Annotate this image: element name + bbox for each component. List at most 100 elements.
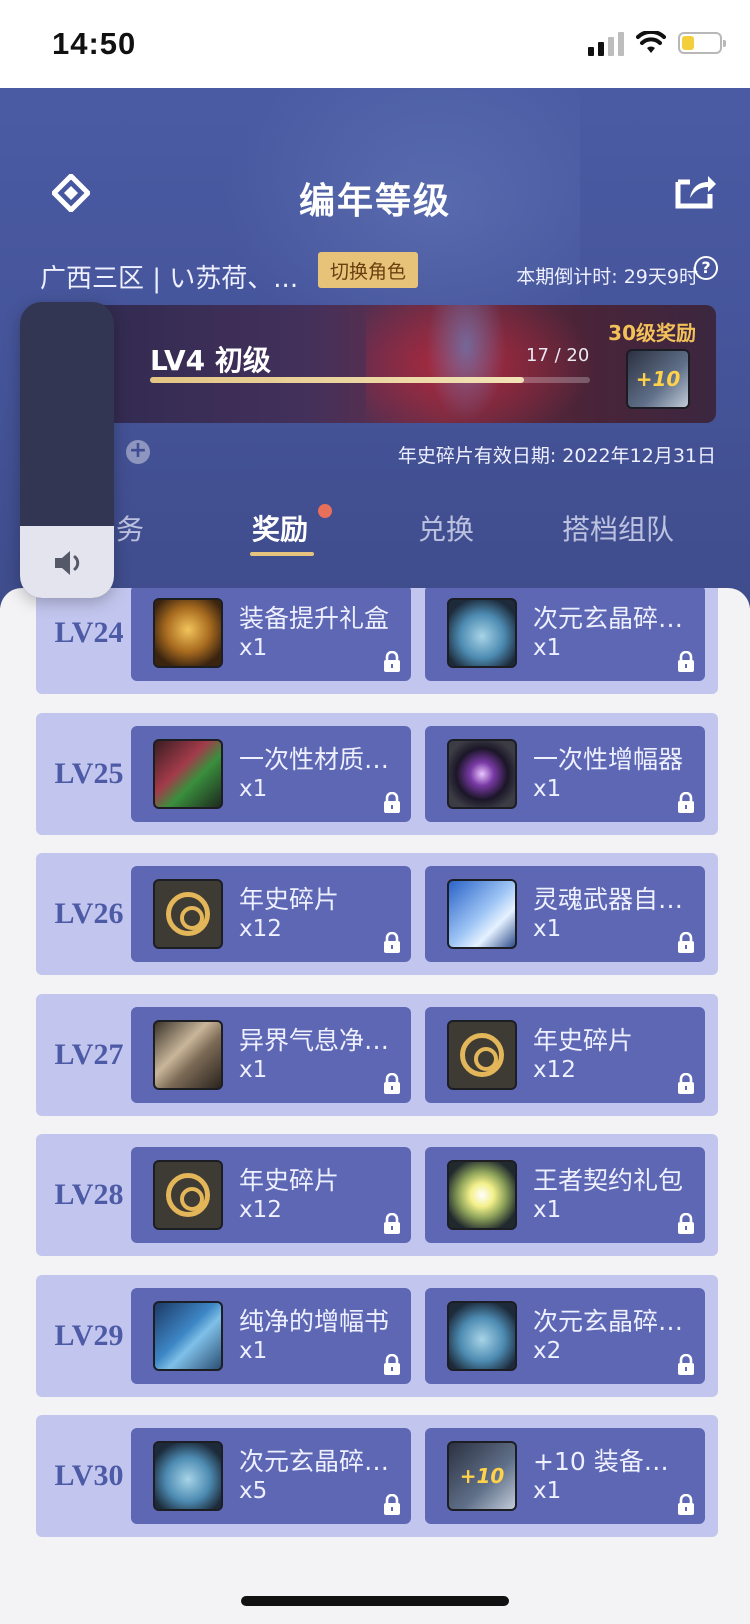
reward-card[interactable]: 年史碎片 x12 xyxy=(425,1006,705,1103)
reward-item-name: 纯净的增幅书 xyxy=(239,1306,390,1336)
plus10-icon[interactable]: +10 xyxy=(447,1441,517,1511)
reward-item-name: +10 装备增幅... xyxy=(533,1447,691,1476)
add-fragment-icon[interactable]: + xyxy=(126,440,150,464)
level-reward-row: LV25 一次性材质转... x1 一次性增幅器 x1 xyxy=(36,712,718,835)
lock-icon xyxy=(384,932,400,953)
reward-item-name: 王者契约礼包 xyxy=(533,1166,684,1195)
level-progress-bar xyxy=(150,377,590,383)
level-progress-fill xyxy=(150,377,524,383)
bag-icon[interactable] xyxy=(447,598,517,668)
reward-item-name: 次元玄晶碎片... xyxy=(533,1306,691,1336)
tab-tasks[interactable]: 务 xyxy=(116,508,144,548)
amplifier-icon[interactable] xyxy=(447,738,517,809)
plus10-text: +10 xyxy=(459,1464,505,1488)
reward-card[interactable]: 年史碎片 x12 xyxy=(131,866,411,962)
bag-icon[interactable] xyxy=(153,1441,223,1511)
reward-item-name: 装备提升礼盒 xyxy=(239,604,390,633)
reward-item-name: 异界气息净化... xyxy=(239,1025,397,1055)
share-icon[interactable] xyxy=(674,170,718,210)
reward-item-count: x12 xyxy=(239,1197,282,1223)
reward-list[interactable]: LV24 装备提升礼盒 x1 次元玄晶碎片... x1 LV25 一次性材质转... x1 一次… xyxy=(0,588,750,1624)
server-role-name: 广西三区 | い苏荷、... xyxy=(40,264,299,294)
reward-item-count: x12 xyxy=(533,1056,576,1083)
lock-icon xyxy=(678,651,694,672)
coin-icon[interactable] xyxy=(447,1019,517,1090)
reward-card[interactable]: 年史碎片 x12 xyxy=(131,1147,411,1243)
lock-icon xyxy=(678,1353,694,1375)
help-icon[interactable]: ? xyxy=(694,256,718,280)
tab-exchange[interactable]: 兑换 xyxy=(418,508,474,548)
reward-card[interactable]: 装备提升礼盒 x1 xyxy=(131,588,411,681)
wifi-icon xyxy=(636,31,666,53)
book-icon[interactable] xyxy=(153,1300,223,1371)
reward-card[interactable]: +10 +10 装备增幅...x1 xyxy=(425,1428,705,1524)
reward-item-count: x2 xyxy=(533,1337,562,1364)
speaker-icon xyxy=(55,551,80,575)
level-reward-row: LV27 异界气息净化... x1 年史碎片 x12 xyxy=(36,993,718,1116)
banner-figure-art xyxy=(426,305,506,423)
reward-item-count: x1 xyxy=(533,916,562,942)
level-reward-row: LV30次元玄晶碎片...x5+10+10 装备增幅...x1 xyxy=(36,1415,718,1537)
level30-reward-label: 30级奖励 xyxy=(608,321,696,345)
reward-item-count: x1 xyxy=(239,775,268,802)
scroll-icon[interactable] xyxy=(153,1019,223,1090)
switch-role-button[interactable]: 切换角色 xyxy=(318,252,418,288)
lock-icon xyxy=(678,791,694,813)
reward-card[interactable]: 一次性材质转... x1 xyxy=(131,725,411,822)
reward-card[interactable]: 一次性增幅器 x1 xyxy=(425,725,705,822)
soul-weapon-icon[interactable] xyxy=(447,879,517,949)
reward-item-count: x1 xyxy=(239,635,268,661)
page-title: 编年等级 xyxy=(298,181,451,222)
reward-card[interactable]: 灵魂武器自选... x1 xyxy=(425,866,705,962)
material-icon[interactable] xyxy=(153,738,223,809)
tab-notification-dot xyxy=(318,504,332,518)
tab-rewards[interactable]: 奖励 xyxy=(252,508,308,548)
lock-icon xyxy=(384,1213,400,1234)
reward-item-name: 年史碎片 xyxy=(239,885,340,914)
level-reward-row: LV29 纯净的增幅书 x1 次元玄晶碎片... x2 xyxy=(36,1274,718,1397)
reward-card[interactable]: 次元玄晶碎片... x2 xyxy=(425,1287,705,1384)
level-banner: LV4 初级 17 / 20 30级奖励 +10 xyxy=(36,305,716,423)
coin-icon[interactable] xyxy=(153,1160,223,1230)
reward-item-name: 次元玄晶碎片... xyxy=(239,1447,397,1476)
reward-item-count: x5 xyxy=(239,1478,268,1504)
cellular-signal-icon xyxy=(588,30,624,56)
level-label: LV26 xyxy=(54,897,124,930)
season-countdown: 本期倒计时: 29天9时 xyxy=(516,266,698,288)
fragment-expiry-date: 年史碎片有效日期: 2022年12月31日 xyxy=(397,445,716,467)
reward-card[interactable]: 异界气息净化... x1 xyxy=(131,1006,411,1103)
lock-icon xyxy=(678,932,694,953)
reward-item-count: x1 xyxy=(239,1056,268,1083)
battery-icon xyxy=(678,32,726,54)
status-bar: 14:50 xyxy=(0,0,750,88)
reward-card[interactable]: 次元玄晶碎片... x1 xyxy=(425,588,705,681)
reward-card[interactable]: 纯净的增幅书 x1 xyxy=(131,1287,411,1384)
lock-icon xyxy=(384,1494,400,1515)
reward-item-count: x1 xyxy=(533,635,562,661)
level-reward-row: LV24 装备提升礼盒 x1 次元玄晶碎片... x1 xyxy=(36,588,718,694)
lock-icon xyxy=(384,791,400,813)
lock-icon xyxy=(384,1353,400,1375)
status-time: 14:50 xyxy=(52,26,137,61)
lock-icon xyxy=(678,1213,694,1234)
active-tab-indicator xyxy=(250,552,314,556)
lock-icon xyxy=(678,1494,694,1515)
reward-item-count: x12 xyxy=(239,916,282,942)
king-contract-icon[interactable] xyxy=(447,1160,517,1230)
chest-icon[interactable] xyxy=(153,598,223,668)
reward-item-name: 一次性增幅器 xyxy=(533,744,684,774)
current-level: LV4 初级 xyxy=(150,344,271,377)
reward-item-name: 一次性材质转... xyxy=(239,744,397,774)
level30-reward-icon[interactable]: +10 xyxy=(626,349,690,409)
tab-partner-team[interactable]: 搭档组队 xyxy=(562,508,674,548)
reward-card[interactable]: 次元玄晶碎片... x5 xyxy=(131,1428,411,1524)
bag-icon[interactable] xyxy=(447,1300,517,1371)
volume-indicator[interactable] xyxy=(20,302,114,598)
coin-icon[interactable] xyxy=(153,879,223,949)
reward-item-count: x1 xyxy=(533,775,562,802)
lock-icon xyxy=(678,1072,694,1094)
reward-item-count: x1 xyxy=(533,1478,562,1504)
reward-item-count: x1 xyxy=(533,1197,562,1223)
reward-card[interactable]: 王者契约礼包 x1 xyxy=(425,1147,705,1243)
level-reward-row: LV28 年史碎片 x12 王者契约礼包 x1 xyxy=(36,1134,718,1256)
